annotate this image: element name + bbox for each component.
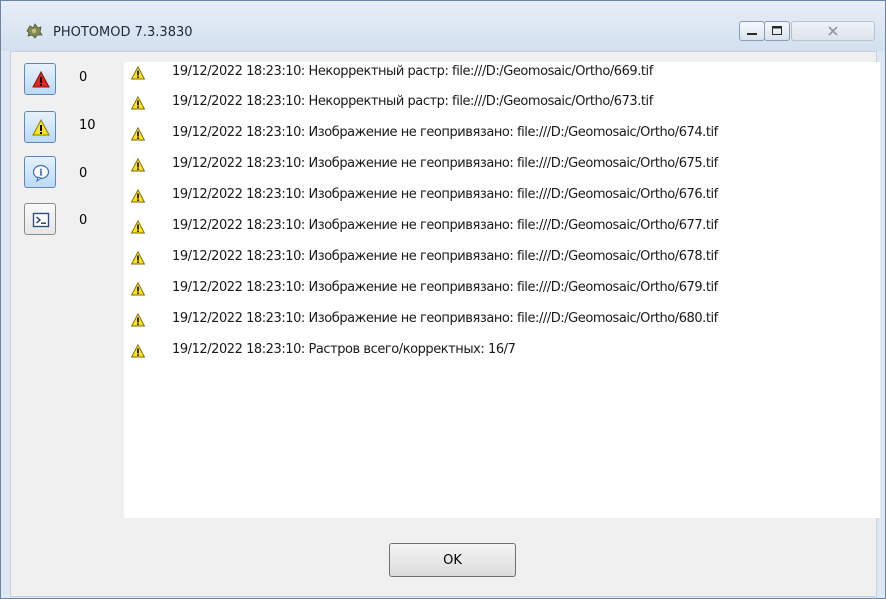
info-count: 0 bbox=[79, 166, 88, 181]
minimize-icon bbox=[747, 33, 757, 35]
errors-count: 0 bbox=[79, 70, 88, 85]
warning-triangle-icon bbox=[32, 119, 50, 136]
warning-icon bbox=[131, 344, 145, 358]
log-message: 19/12/2022 18:23:10: Некорректный растр:… bbox=[172, 64, 653, 79]
photomod-logo-icon bbox=[26, 23, 43, 39]
warning-icon bbox=[131, 220, 145, 234]
maximize-icon bbox=[772, 26, 782, 35]
log-row: 19/12/2022 18:23:10: Изображение не геоп… bbox=[124, 185, 880, 209]
log-row: 19/12/2022 18:23:10: Изображение не геоп… bbox=[124, 278, 880, 302]
log-message: 19/12/2022 18:23:10: Изображение не геоп… bbox=[172, 156, 718, 171]
ok-button[interactable]: OK bbox=[389, 543, 516, 577]
title-bar[interactable]: PHOTOMOD 7.3.3830 bbox=[1, 1, 885, 51]
log-message: 19/12/2022 18:23:10: Изображение не геоп… bbox=[172, 280, 718, 295]
log-row: 19/12/2022 18:23:10: Изображение не геоп… bbox=[124, 309, 880, 333]
log-row: 19/12/2022 18:23:10: Некорректный растр:… bbox=[124, 92, 880, 116]
log-panel[interactable]: 19/12/2022 18:23:10: Некорректный растр:… bbox=[124, 62, 880, 518]
log-row: 19/12/2022 18:23:10: Изображение не геоп… bbox=[124, 247, 880, 271]
close-button[interactable] bbox=[791, 21, 875, 41]
filter-warnings-button[interactable] bbox=[24, 111, 56, 143]
svg-text:i: i bbox=[39, 169, 43, 179]
console-icon bbox=[32, 212, 50, 228]
log-row: 19/12/2022 18:23:10: Растров всего/корре… bbox=[124, 340, 880, 364]
warning-icon bbox=[131, 251, 145, 265]
log-row: 19/12/2022 18:23:10: Изображение не геоп… bbox=[124, 216, 880, 240]
warning-icon bbox=[131, 313, 145, 327]
log-message: 19/12/2022 18:23:10: Некорректный растр:… bbox=[172, 94, 653, 109]
minimize-button[interactable] bbox=[739, 21, 765, 41]
warning-icon bbox=[131, 96, 145, 110]
filter-console-button[interactable] bbox=[24, 203, 56, 235]
warnings-count: 10 bbox=[79, 118, 96, 133]
error-triangle-icon bbox=[32, 71, 50, 88]
log-message: 19/12/2022 18:23:10: Изображение не геоп… bbox=[172, 249, 718, 264]
close-icon bbox=[828, 26, 838, 36]
log-message: 19/12/2022 18:23:10: Изображение не геоп… bbox=[172, 218, 718, 233]
filter-info-button[interactable]: i bbox=[24, 156, 56, 188]
log-row: 19/12/2022 18:23:10: Изображение не геоп… bbox=[124, 154, 880, 178]
warning-icon bbox=[131, 282, 145, 296]
warning-icon bbox=[131, 158, 145, 172]
window-title: PHOTOMOD 7.3.3830 bbox=[53, 25, 193, 40]
warning-icon bbox=[131, 66, 145, 80]
log-message: 19/12/2022 18:23:10: Изображение не геоп… bbox=[172, 125, 718, 140]
log-message: 19/12/2022 18:23:10: Изображение не геоп… bbox=[172, 311, 718, 326]
console-count: 0 bbox=[79, 213, 88, 228]
log-message: 19/12/2022 18:23:10: Растров всего/корре… bbox=[172, 342, 516, 357]
maximize-button[interactable] bbox=[764, 21, 790, 41]
log-row: 19/12/2022 18:23:10: Некорректный растр:… bbox=[124, 62, 880, 86]
log-row: 19/12/2022 18:23:10: Изображение не геоп… bbox=[124, 123, 880, 147]
log-message: 19/12/2022 18:23:10: Изображение не геоп… bbox=[172, 187, 718, 202]
filter-errors-button[interactable] bbox=[24, 63, 56, 95]
warning-icon bbox=[131, 127, 145, 141]
warning-icon bbox=[131, 189, 145, 203]
info-icon: i bbox=[32, 164, 50, 182]
